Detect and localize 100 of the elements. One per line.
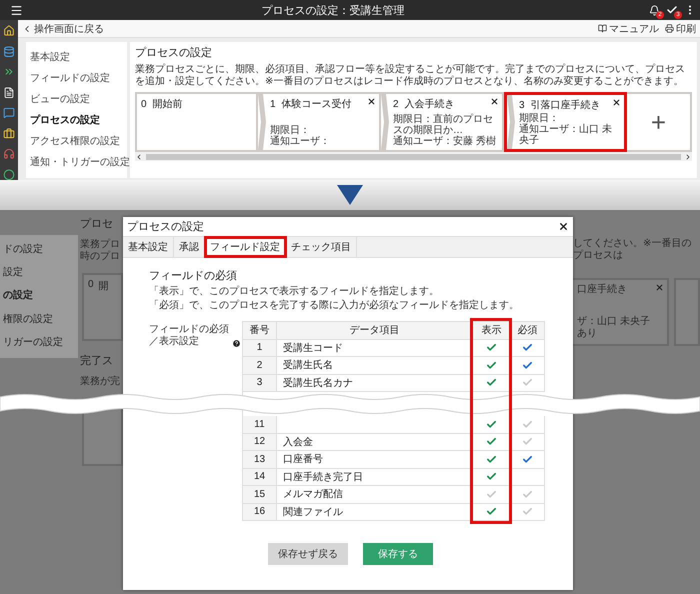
check-icon[interactable] [522, 488, 533, 500]
step-number: 1 [270, 98, 276, 110]
check-icon[interactable] [486, 488, 497, 500]
panel-description: 時のプロ [80, 251, 121, 263]
hint-text: 「表示」で、このプロセスで表示するフィールドを指定します。 [149, 285, 440, 299]
circle-icon[interactable] [3, 168, 15, 180]
window-title: プロセスの設定：受講生管理 [260, 4, 406, 18]
panel-title: プロセ [80, 216, 114, 231]
field-name-cell: 受講生氏名カナ [277, 374, 473, 392]
check-icon[interactable] [486, 436, 497, 448]
step-deadline: 期限日： [270, 125, 311, 136]
home-icon[interactable] [3, 25, 15, 36]
step-number: 0 [88, 279, 94, 292]
step-name: 体験コース受付 [282, 98, 352, 111]
process-step-card[interactable]: 2 入会手続き 期限日：直前のプロセスの期限日か… 通知ユーザ：安藤 秀樹 [381, 92, 504, 152]
close-icon[interactable] [490, 97, 499, 106]
headset-icon[interactable] [3, 148, 15, 160]
check-icon[interactable] [522, 454, 533, 465]
manual-link[interactable]: マニュアル [598, 22, 659, 36]
field-name-cell: 口座番号 [277, 451, 473, 468]
panel-description: してください。※一番目のプロセスは [573, 238, 692, 262]
scroll-right-icon[interactable] [684, 152, 692, 160]
panel-title: プロセスの設定 [135, 46, 213, 60]
cancel-button[interactable]: 保存せず戻る [268, 543, 348, 565]
check-icon[interactable] [486, 506, 497, 518]
add-step-button[interactable]: + [627, 92, 692, 152]
step-note: あり [577, 328, 598, 340]
step-arrow-icon [381, 94, 389, 150]
check-icon[interactable] [522, 342, 533, 354]
nav-item[interactable]: フィールドの設定 [30, 67, 127, 88]
menu-icon[interactable] [10, 4, 23, 16]
step-name: 開 [98, 280, 109, 294]
close-icon[interactable] [558, 221, 569, 232]
tab[interactable]: チェック項目 [286, 237, 357, 257]
section-title: 完了ス [80, 354, 114, 368]
field-name-cell: 受講生氏名 [277, 357, 473, 374]
nav-item[interactable]: ビューの設定 [30, 88, 127, 109]
check-icon[interactable] [522, 506, 533, 518]
tab[interactable]: 基本設定 [123, 237, 174, 257]
column-header: 番号 [243, 322, 277, 340]
hint-text: 「必須」で、このプロセスを完了する際に入力が必須なフィールドを指定します。 [149, 299, 520, 313]
help-icon[interactable] [232, 339, 241, 348]
check-icon[interactable] [522, 436, 533, 448]
check-icon[interactable] [486, 377, 497, 388]
check-icon[interactable] [486, 360, 497, 371]
process-step-card[interactable]: 3 引落口座手続き 期限日： 通知ユーザ：山口 未央子 [504, 92, 627, 152]
step-arrow-icon [507, 95, 515, 149]
back-link[interactable]: 操作画面に戻る [22, 22, 104, 36]
nav-item[interactable]: 基本設定 [30, 46, 127, 67]
row-number: 2 [243, 357, 277, 374]
close-icon[interactable] [367, 97, 376, 106]
check-icon[interactable] [486, 471, 497, 482]
step-deadline: 期限日： [519, 113, 560, 124]
field-name-cell: 口座手続き完了日 [277, 468, 473, 486]
setting-label: フィールドの必須／表示設定 [149, 324, 230, 348]
step-notify-user: ザ：山口 未央子 [577, 316, 651, 328]
print-link[interactable]: 印刷 [665, 22, 696, 36]
process-step-card[interactable]: 1 体験コース受付 期限日： 通知ユーザ： [258, 92, 381, 152]
row-number: 12 [243, 434, 277, 451]
row-number: 3 [243, 374, 277, 392]
step-number: 3 [519, 100, 525, 110]
step-name: 引落口座手続き [530, 98, 601, 112]
scrollbar[interactable] [135, 152, 692, 161]
row-number: 1 [243, 340, 277, 357]
book-icon[interactable] [598, 24, 607, 33]
check-icon[interactable] [486, 418, 497, 430]
step-number: 2 [393, 98, 399, 110]
briefcase-icon[interactable] [3, 128, 15, 139]
tab[interactable]: フィールド設定 [205, 237, 286, 257]
step-name: 開始前 [152, 98, 183, 111]
document-icon[interactable] [3, 86, 15, 98]
row-number: 11 [243, 416, 277, 434]
printer-icon[interactable] [665, 24, 674, 33]
step-number: 0 [141, 98, 147, 110]
nav-item[interactable]: プロセスの設定 [30, 109, 127, 130]
check-icon[interactable] [522, 418, 533, 430]
step-name: 口座手続き [577, 284, 627, 296]
field-name-cell: 入会金 [277, 434, 473, 451]
database-icon[interactable] [3, 46, 15, 57]
process-step-card[interactable]: 0 開始前 [135, 92, 258, 152]
check-icon[interactable] [522, 377, 533, 388]
field-name-cell: 受講生コード [277, 340, 473, 357]
check-icon[interactable] [486, 454, 497, 465]
close-icon[interactable] [612, 98, 621, 107]
scroll-left-icon[interactable] [135, 152, 143, 160]
close-icon [655, 283, 664, 292]
row-number: 15 [243, 486, 277, 504]
step-notify-user: 通知ユーザ：安藤 秀樹 [393, 136, 497, 147]
chevrons-icon[interactable] [3, 66, 15, 78]
dialog-title: プロセスの設定 [127, 220, 204, 234]
chat-icon[interactable] [3, 107, 15, 118]
step-notify-user: 通知ユーザ：山口 未央子 [519, 124, 613, 146]
row-number: 13 [243, 451, 277, 468]
down-arrow-icon [337, 185, 363, 205]
check-icon[interactable] [486, 342, 497, 354]
column-header: 必須 [511, 322, 545, 340]
nav-item[interactable]: アクセス権限の設定 [30, 130, 127, 151]
section-title: フィールドの必須 [149, 268, 238, 283]
nav-item[interactable]: 通知・トリガーの設定 [30, 151, 127, 172]
check-icon[interactable] [522, 360, 533, 371]
